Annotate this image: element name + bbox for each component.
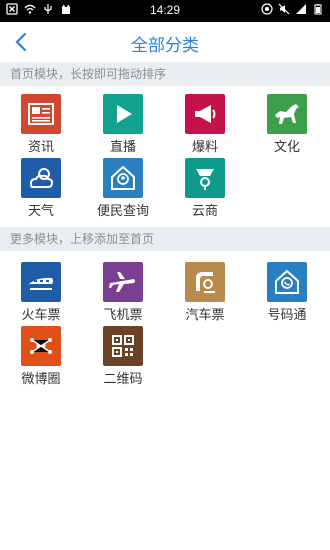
vibrate-icon	[261, 3, 273, 15]
module-flight-ticket-label: 飞机票	[103, 307, 143, 322]
phonebook-icon	[267, 262, 307, 302]
header-bar: 全部分类	[0, 22, 330, 62]
module-weibo-circle-label: 微博圈	[21, 371, 61, 386]
module-number-directory-label: 号码通	[267, 307, 307, 322]
module-train-ticket-label: 火车票	[21, 307, 61, 322]
horse-icon	[267, 94, 307, 134]
module-news-label: 资讯	[27, 139, 54, 154]
mute-icon	[278, 3, 290, 15]
status-bar: 14:29	[0, 0, 330, 22]
megaphone-icon	[185, 94, 225, 134]
module-qr-code[interactable]: 二维码	[88, 326, 158, 392]
section-header-more-modules: 更多模块，上移添加至首页	[0, 227, 330, 251]
status-icons-right	[261, 3, 324, 15]
qrcode-icon	[103, 326, 143, 366]
cloud-shop-icon	[185, 158, 225, 198]
house-person-icon	[103, 158, 143, 198]
module-cloud-shop-label: 云商	[191, 203, 218, 218]
module-bus-ticket-label: 汽车票	[185, 307, 225, 322]
page-title: 全部分类	[131, 36, 199, 55]
module-live[interactable]: 直播	[88, 94, 158, 160]
section-header-home-modules: 首页模块，长按即可拖动排序	[0, 62, 330, 86]
signal-icon	[296, 4, 306, 14]
module-qr-code-label: 二维码	[103, 371, 143, 386]
newspaper-icon	[21, 94, 61, 134]
weibo-icon	[21, 326, 61, 366]
module-bus-ticket[interactable]: 汽车票	[170, 262, 240, 328]
module-number-directory[interactable]: 号码通	[252, 262, 322, 328]
plane-icon	[103, 262, 143, 302]
module-tipoff-label: 爆料	[191, 139, 218, 154]
module-weather-label: 天气	[27, 203, 54, 218]
module-culture[interactable]: 文化	[252, 94, 322, 160]
module-convenience-label: 便民查询	[96, 203, 149, 218]
module-weather[interactable]: 天气	[6, 158, 76, 224]
module-culture-label: 文化	[273, 139, 300, 154]
play-icon	[103, 94, 143, 134]
module-live-label: 直播	[109, 139, 136, 154]
module-tipoff[interactable]: 爆料	[170, 94, 240, 160]
bus-icon	[185, 262, 225, 302]
module-convenience[interactable]: 便民查询	[88, 158, 158, 224]
module-cloud-shop[interactable]: 云商	[170, 158, 240, 224]
module-news[interactable]: 资讯	[6, 94, 76, 160]
module-flight-ticket[interactable]: 飞机票	[88, 262, 158, 328]
module-train-ticket[interactable]: 火车票	[6, 262, 76, 328]
train-icon	[21, 262, 61, 302]
weather-icon	[21, 158, 61, 198]
battery-icon	[314, 4, 322, 15]
module-weibo-circle[interactable]: 微博圈	[6, 326, 76, 392]
